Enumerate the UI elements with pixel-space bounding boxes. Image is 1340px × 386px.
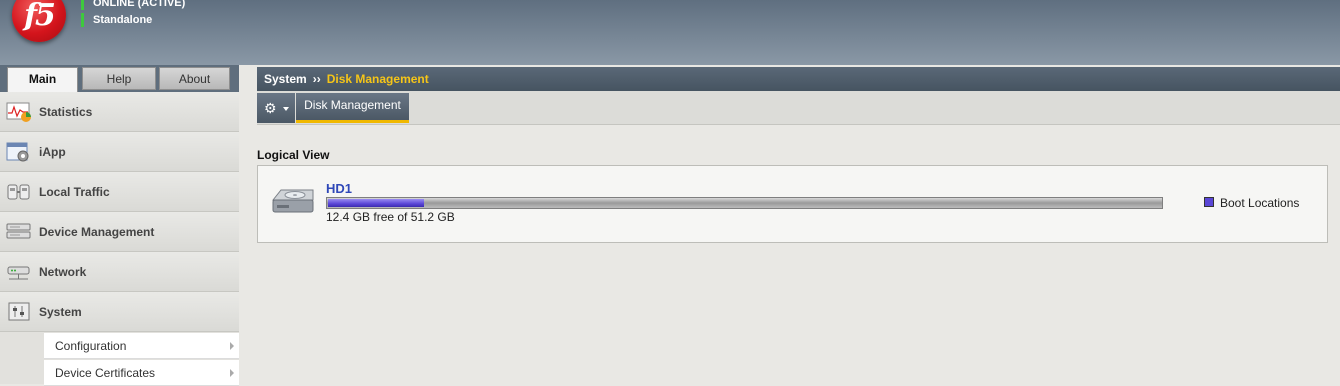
iapp-gear-icon: [6, 142, 29, 162]
system-icon: [8, 302, 30, 321]
disk-panel: HD1 12.4 GB free of 51.2 GB Boot Locatio…: [257, 165, 1328, 243]
sidebar-item-label: System: [39, 305, 82, 319]
breadcrumb-section[interactable]: System: [264, 72, 307, 86]
hard-disk-icon: [271, 189, 314, 213]
sidebar-item-system[interactable]: System: [0, 292, 239, 332]
sidebar-subitem-device-certificates[interactable]: Device Certificates: [44, 360, 239, 386]
chevron-right-icon: [230, 342, 234, 350]
statistics-chart-icon: [6, 102, 31, 122]
local-traffic-icon: [7, 184, 30, 200]
status-standalone-text: Standalone: [81, 13, 152, 27]
breadcrumb-current-page: Disk Management: [326, 72, 429, 86]
sidebar-item-statistics[interactable]: Statistics: [0, 92, 239, 132]
tab-help[interactable]: Help: [82, 67, 156, 90]
device-management-icon: [6, 223, 31, 239]
sidebar-item-label: iApp: [39, 145, 66, 159]
disk-hd1-link[interactable]: HD1: [326, 181, 352, 196]
f5-logo: f5: [12, 0, 66, 42]
gear-icon: ⚙: [264, 100, 277, 116]
tab-main[interactable]: Main: [7, 67, 78, 92]
sidebar-item-local-traffic[interactable]: Local Traffic: [0, 172, 239, 212]
disk-usage-bar: [326, 197, 1163, 209]
sidebar-item-label: Network: [39, 265, 87, 279]
subitem-label: Device Certificates: [55, 366, 156, 380]
disk-usage-text: 12.4 GB free of 51.2 GB: [326, 210, 455, 224]
sidebar-item-network[interactable]: Network: [0, 252, 239, 292]
legend-swatch: [1204, 197, 1214, 207]
sidebar-item-label: Local Traffic: [39, 185, 110, 199]
sidebar-item-device-management[interactable]: Device Management: [0, 212, 239, 252]
network-icon: [7, 266, 30, 280]
sidebar-item-label: Statistics: [39, 105, 93, 119]
breadcrumb-separator: ››: [312, 72, 321, 86]
gear-menu-button[interactable]: ⚙: [257, 93, 295, 123]
sidebar-item-iapp[interactable]: iApp: [0, 132, 239, 172]
caret-down-icon: [283, 107, 289, 111]
subtab-bar: ⚙ Disk Management: [257, 91, 1340, 125]
tab-about[interactable]: About: [159, 67, 230, 90]
status-online-text: ONLINE (ACTIVE): [81, 0, 185, 10]
tab-disk-management[interactable]: Disk Management: [296, 93, 409, 123]
sidebar-item-label: Device Management: [39, 225, 155, 239]
sidebar-subitem-configuration[interactable]: Configuration: [44, 333, 239, 359]
chevron-right-icon: [230, 369, 234, 377]
main-tab-bar: Main Help About: [0, 65, 239, 92]
legend-label: Boot Locations: [1220, 196, 1300, 210]
subitem-label: Configuration: [55, 339, 127, 353]
section-title: Logical View: [257, 148, 330, 162]
breadcrumb: System ›› Disk Management: [257, 67, 1340, 91]
boot-location-fill: [328, 199, 424, 207]
sidebar: Statistics iApp Local Traffic Device Man…: [0, 92, 239, 386]
top-banner: f5 ONLINE (ACTIVE) Standalone: [0, 0, 1340, 65]
